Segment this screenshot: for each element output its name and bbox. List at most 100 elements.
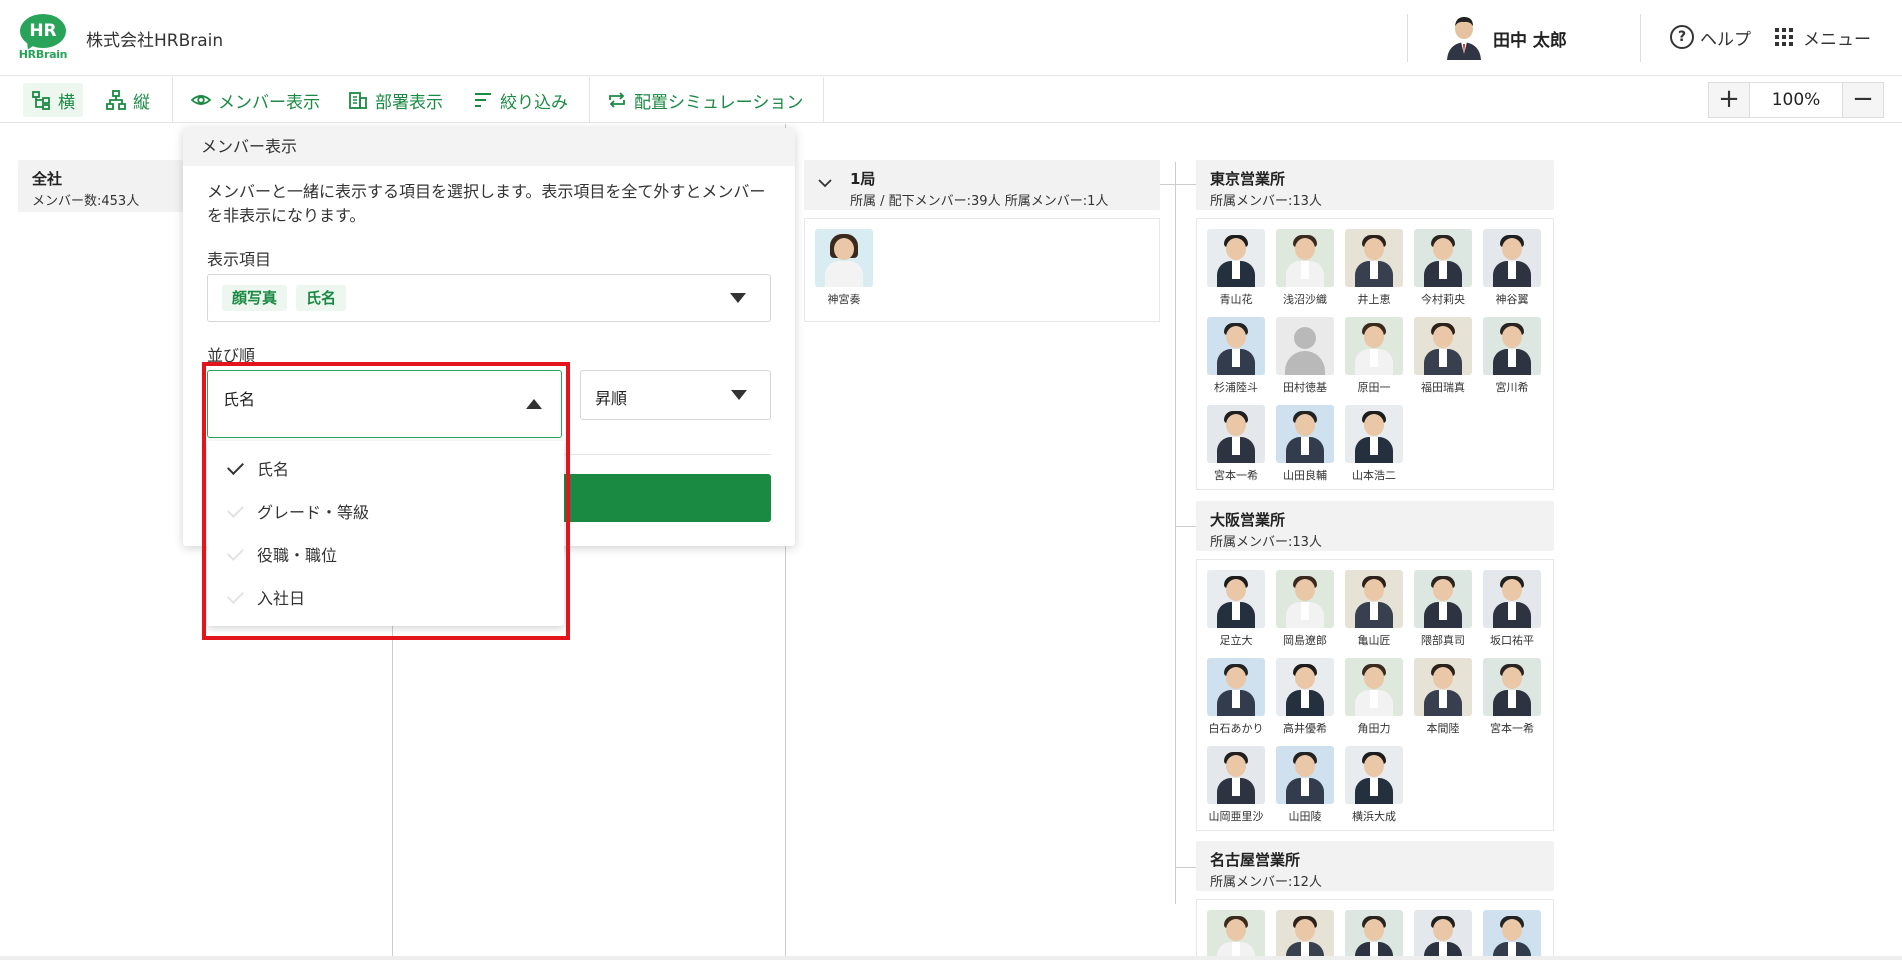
member-card[interactable]: 宮本一希 [1207,405,1265,483]
member-card[interactable]: 神谷翼 [1483,229,1541,307]
sort-direction-select[interactable]: 昇順 [580,370,771,420]
member-display-button[interactable]: メンバー表示 [183,83,328,117]
chevron-down-icon[interactable] [818,178,832,188]
toolbar-divider [589,77,590,123]
caret-down-icon [730,293,746,303]
member-name: 今村莉央 [1421,293,1465,306]
toolbar: 横 縦 メンバー表示 部署表示 絞り込み 配置シミュレーション + 100% − [0,77,1902,123]
member-name: 福田瑞真 [1421,381,1465,394]
connector-line [1175,162,1176,904]
display-items-label: 表示項目 [207,250,272,269]
member-card[interactable]: 横浜大成 [1345,746,1403,824]
member-card[interactable]: 神宮奏 [815,229,873,307]
member-card[interactable] [1207,910,1265,960]
member-name: 田村徳基 [1283,381,1327,394]
member-photo [1345,658,1403,716]
vertical-tree-icon [106,90,126,110]
org-node-title: 1局 [850,170,876,188]
member-card[interactable]: 足立大 [1207,570,1265,648]
member-photo [1483,910,1541,960]
help-button[interactable]: ? ヘルプ [1670,23,1751,51]
member-grid-tokyo: 青山花 浅沼沙織 井上恵 今村莉央 神谷翼 杉浦陸斗 田村徳基 原田一 福田瑞真 宮川希 宮本一希 山… [1196,218,1554,490]
dept-display-button[interactable]: 部署表示 [340,83,451,117]
org-node-osaka[interactable]: 大阪営業所 所属メンバー:13人 [1196,501,1554,551]
org-node-sub: メンバー数:453人 [32,194,140,209]
member-grid-osaka: 足立大 岡島遼郎 亀山匠 隈部真司 坂口祐平白石あかり 高井優希 角田力 本間陸 宮本一希山岡亜… [1196,559,1554,831]
filter-button[interactable]: 絞り込み [465,83,576,117]
member-photo [1414,229,1472,287]
member-photo [1207,317,1265,375]
member-name: 白石あかり [1208,722,1264,735]
member-card[interactable]: 宮本一希 [1483,658,1541,736]
connector-line [1175,526,1196,527]
layout-horizontal-label: 横 [58,92,75,113]
member-card[interactable]: 井上恵 [1345,229,1403,307]
menu-button[interactable]: メニュー [1775,23,1871,51]
layout-horizontal-button[interactable]: 横 [23,83,83,117]
member-card[interactable]: 白石あかり [1207,658,1265,736]
member-card[interactable] [1276,910,1334,960]
member-card[interactable]: 山田陵 [1276,746,1334,824]
member-card[interactable]: 本間陸 [1414,658,1472,736]
org-node-bureau[interactable]: 1局 所属 / 配下メンバー:39人 所属メンバー:1人 [804,160,1160,210]
chip-name[interactable]: 氏名 [296,285,347,311]
hrbrain-logo[interactable]: HR HRBrain [18,14,68,62]
member-photo [1345,317,1403,375]
display-items-select[interactable]: 顔写真 氏名 [207,274,771,322]
member-card[interactable]: 宮川希 [1483,317,1541,395]
zoom-out-button[interactable]: − [1843,83,1883,117]
member-photo [1345,570,1403,628]
caret-down-icon [731,390,747,400]
member-card[interactable] [1414,910,1472,960]
member-photo [1483,570,1541,628]
member-card[interactable] [1345,910,1403,960]
layout-vertical-label: 縦 [133,92,150,113]
member-name: 本間陸 [1426,722,1460,735]
member-card[interactable]: 青山花 [1207,229,1265,307]
member-card[interactable]: 亀山匠 [1345,570,1403,648]
member-name: 青山花 [1219,293,1253,306]
filter-label: 絞り込み [500,92,568,113]
member-name: 山田陵 [1288,810,1322,823]
member-card[interactable]: 坂口祐平 [1483,570,1541,648]
member-card[interactable]: 福田瑞真 [1414,317,1472,395]
member-card[interactable]: 原田一 [1345,317,1403,395]
member-photo [1345,229,1403,287]
member-photo [1207,910,1265,960]
user-name[interactable]: 田中 太郎 [1493,26,1567,51]
org-node-sub: 所属メンバー:12人 [1210,875,1322,890]
org-node-tokyo[interactable]: 東京営業所 所属メンバー:13人 [1196,160,1554,210]
swap-arrows-icon [609,92,625,108]
member-card[interactable]: 角田力 [1345,658,1403,736]
layout-vertical-button[interactable]: 縦 [98,83,158,117]
app-header: HR HRBrain 株式会社HRBrain 田中 太郎 ? ヘルプ メニュー [0,0,1902,76]
placement-simulation-button[interactable]: 配置シミュレーション [599,83,811,117]
user-avatar[interactable] [1444,14,1484,60]
user-avatar-image [1444,14,1484,60]
member-card[interactable]: 高井優希 [1276,658,1334,736]
member-card[interactable]: 山田良輔 [1276,405,1334,483]
building-icon [349,92,367,109]
member-card[interactable] [1483,910,1541,960]
zoom-in-button[interactable]: + [1709,83,1749,117]
member-card[interactable]: 今村莉央 [1414,229,1472,307]
member-card[interactable]: 山本浩二 [1345,405,1403,483]
member-card[interactable]: 山岡亜里沙 [1207,746,1265,824]
member-card[interactable]: 田村徳基 [1276,317,1334,395]
member-card[interactable]: 岡島遼郎 [1276,570,1334,648]
horizontal-tree-icon [32,91,50,110]
member-photo [1483,229,1541,287]
org-node-root[interactable]: 全社 メンバー数:453人 [18,160,188,212]
popover-title: メンバー表示 [183,128,795,166]
member-card[interactable]: 浅沼沙織 [1276,229,1334,307]
member-name: 横浜大成 [1352,810,1396,823]
zoom-level: 100% [1749,83,1843,117]
annotation-highlight-box [202,362,570,640]
member-photo [1276,570,1334,628]
member-photo [1207,229,1265,287]
org-node-nagoya[interactable]: 名古屋営業所 所属メンバー:12人 [1196,841,1554,891]
member-card[interactable]: 杉浦陸斗 [1207,317,1265,395]
member-card[interactable]: 隈部真司 [1414,570,1472,648]
chip-photo[interactable]: 顔写真 [222,285,288,311]
member-name: 岡島遼郎 [1283,634,1327,647]
